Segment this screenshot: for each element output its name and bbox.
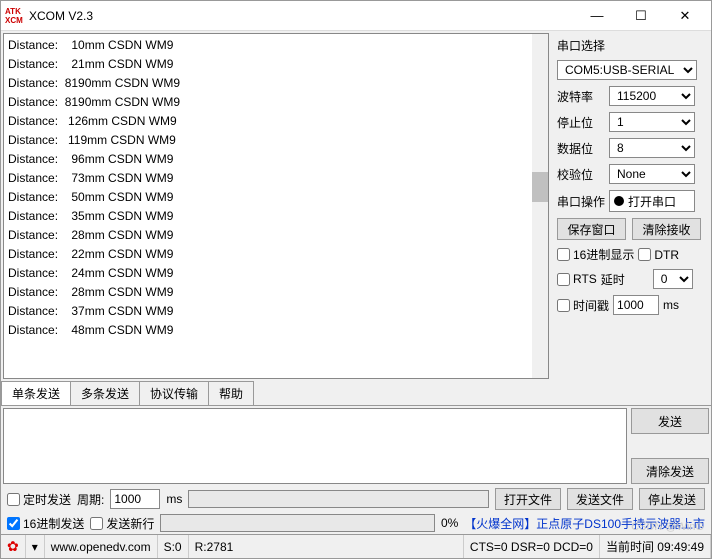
left-panel: Distance: 10mm CSDN WM9 Distance: 21mm C… bbox=[1, 31, 551, 381]
file-path-display bbox=[188, 490, 489, 508]
tab-help[interactable]: 帮助 bbox=[208, 381, 254, 405]
status-url[interactable]: www.openedv.com bbox=[45, 535, 158, 558]
status-bar: ✿ ▾ www.openedv.com S:0 R:2781 CTS=0 DSR… bbox=[1, 534, 711, 558]
tab-protocol[interactable]: 协议传输 bbox=[139, 381, 209, 405]
port-label: 串口选择 bbox=[557, 37, 701, 54]
rts-checkbox[interactable]: RTS bbox=[557, 272, 597, 286]
save-window-button[interactable]: 保存窗口 bbox=[557, 218, 626, 240]
right-panel: 串口选择 COM5:USB-SERIAL 波特率 115200 停止位 1 数据… bbox=[551, 31, 711, 381]
stop-send-button[interactable]: 停止发送 bbox=[639, 488, 705, 510]
progress-pct: 0% bbox=[441, 516, 458, 530]
tab-single[interactable]: 单条发送 bbox=[1, 381, 71, 405]
op-label: 串口操作 bbox=[557, 193, 605, 210]
open-file-button[interactable]: 打开文件 bbox=[495, 488, 561, 510]
data-select[interactable]: 8 bbox=[609, 138, 695, 158]
minimize-button[interactable]: — bbox=[575, 2, 619, 30]
ms-label: ms bbox=[663, 298, 679, 312]
dropdown-icon[interactable]: ▾ bbox=[26, 535, 45, 558]
timestamp-input[interactable] bbox=[613, 295, 659, 315]
maximize-button[interactable]: ☐ bbox=[619, 2, 663, 30]
delay-label: 延时 bbox=[601, 271, 649, 288]
settings-icon[interactable]: ✿ bbox=[1, 535, 26, 558]
app-icon: ATKXCM bbox=[5, 7, 23, 25]
tabs: 单条发送 多条发送 协议传输 帮助 bbox=[1, 381, 711, 406]
stop-select[interactable]: 1 bbox=[609, 112, 695, 132]
status-time: 当前时间 09:49:49 bbox=[600, 535, 711, 558]
titlebar: ATKXCM XCOM V2.3 — ☐ ✕ bbox=[1, 1, 711, 31]
timestamp-checkbox[interactable]: 时间戳 bbox=[557, 297, 609, 314]
clear-send-button[interactable]: 清除发送 bbox=[631, 458, 709, 484]
port-status-icon bbox=[614, 196, 624, 206]
hex-display-checkbox[interactable]: 16进制显示 bbox=[557, 246, 634, 263]
send-newline-checkbox[interactable]: 发送新行 bbox=[90, 515, 154, 532]
baud-label: 波特率 bbox=[557, 88, 605, 105]
close-button[interactable]: ✕ bbox=[663, 2, 707, 30]
delay-select[interactable]: 0 bbox=[653, 269, 693, 289]
main-area: Distance: 10mm CSDN WM9 Distance: 21mm C… bbox=[1, 31, 711, 381]
hex-send-checkbox[interactable]: 16进制发送 bbox=[7, 515, 84, 532]
send-options-row2: 16进制发送 发送新行 0% 【火爆全网】正点原子DS100手持示波器上市 bbox=[1, 512, 711, 534]
clear-recv-button[interactable]: 清除接收 bbox=[632, 218, 701, 240]
timed-send-checkbox[interactable]: 定时发送 bbox=[7, 491, 71, 508]
window-title: XCOM V2.3 bbox=[29, 9, 575, 23]
open-port-label: 打开串口 bbox=[628, 193, 676, 210]
period-input[interactable] bbox=[110, 489, 160, 509]
send-area: 发送 清除发送 bbox=[1, 406, 711, 486]
port-select[interactable]: COM5:USB-SERIAL bbox=[557, 60, 697, 80]
scrollbar-thumb[interactable] bbox=[532, 172, 548, 202]
send-options-row1: 定时发送 周期: ms 打开文件 发送文件 停止发送 bbox=[1, 486, 711, 512]
stop-label: 停止位 bbox=[557, 114, 605, 131]
send-file-button[interactable]: 发送文件 bbox=[567, 488, 633, 510]
period-label: 周期: bbox=[77, 491, 104, 508]
baud-select[interactable]: 115200 bbox=[609, 86, 695, 106]
scrollbar[interactable] bbox=[532, 34, 548, 378]
tab-multi[interactable]: 多条发送 bbox=[70, 381, 140, 405]
send-button[interactable]: 发送 bbox=[631, 408, 709, 434]
progress-bar bbox=[160, 514, 435, 532]
receive-content: Distance: 10mm CSDN WM9 Distance: 21mm C… bbox=[8, 38, 180, 337]
status-sent: S:0 bbox=[158, 535, 189, 558]
receive-textarea[interactable]: Distance: 10mm CSDN WM9 Distance: 21mm C… bbox=[3, 33, 549, 379]
parity-label: 校验位 bbox=[557, 166, 605, 183]
status-recv: R:2781 bbox=[189, 535, 464, 558]
promo-link[interactable]: 【火爆全网】正点原子DS100手持示波器上市 bbox=[464, 515, 705, 532]
parity-select[interactable]: None bbox=[609, 164, 695, 184]
period-ms: ms bbox=[166, 492, 182, 506]
dtr-checkbox[interactable]: DTR bbox=[638, 248, 679, 262]
send-textarea[interactable] bbox=[3, 408, 627, 484]
status-lines: CTS=0 DSR=0 DCD=0 bbox=[464, 535, 600, 558]
open-port-button[interactable]: 打开串口 bbox=[609, 190, 695, 212]
data-label: 数据位 bbox=[557, 140, 605, 157]
